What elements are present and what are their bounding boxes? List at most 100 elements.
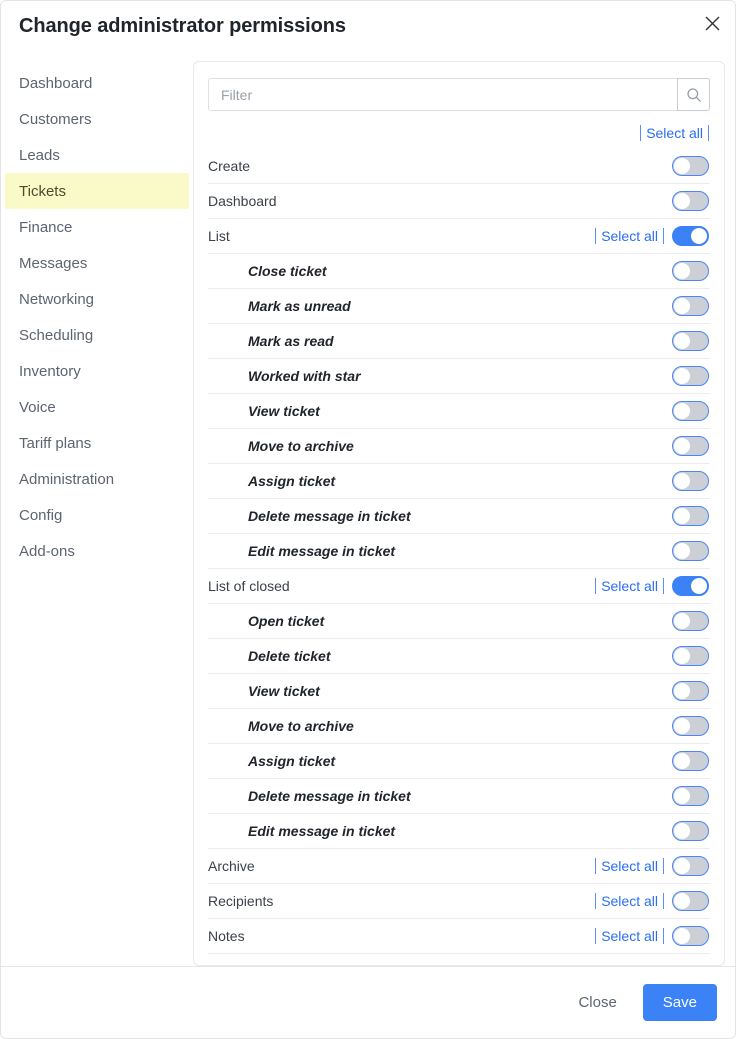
sidebar-item-label: Add-ons: [19, 542, 75, 560]
select-all-link[interactable]: Select all: [595, 928, 664, 944]
permission-toggle[interactable]: [672, 331, 709, 351]
permission-label: Worked with star: [248, 368, 361, 384]
sidebar-item-label: Networking: [19, 290, 95, 308]
toggle-knob: [674, 543, 690, 559]
permission-toggle[interactable]: [672, 191, 709, 211]
sidebar-item-label: Config: [19, 506, 63, 524]
toggle-knob: [674, 753, 690, 769]
sidebar-item-customers[interactable]: Customers: [5, 101, 189, 137]
permission-label: Assign ticket: [248, 473, 336, 489]
permission-label: View ticket: [248, 403, 320, 419]
sidebar-item-finance[interactable]: Finance: [5, 209, 189, 245]
sidebar-item-voice[interactable]: Voice: [5, 389, 189, 425]
permission-row: Delete message in ticket: [208, 779, 710, 814]
permission-toggle[interactable]: [672, 681, 709, 701]
permission-toggle[interactable]: [672, 226, 709, 246]
permission-toggle[interactable]: [672, 156, 709, 176]
dialog-header: Change administrator permissions: [1, 1, 735, 57]
sidebar-item-label: Tariff plans: [19, 434, 92, 452]
permission-toggle[interactable]: [672, 296, 709, 316]
sidebar-item-leads[interactable]: Leads: [5, 137, 189, 173]
sidebar-item-inventory[interactable]: Inventory: [5, 353, 189, 389]
permission-toggle[interactable]: [672, 786, 709, 806]
permission-toggle[interactable]: [672, 541, 709, 561]
permission-row: Mark as unread: [208, 289, 710, 324]
select-all-link[interactable]: Select all: [595, 858, 664, 874]
permission-controls: [672, 191, 709, 211]
permission-label: Notes: [208, 928, 245, 944]
toggle-knob: [674, 788, 690, 804]
select-all-link[interactable]: Select all: [595, 578, 664, 594]
cancel-button[interactable]: Close: [564, 985, 630, 1020]
permission-row: Notes Select all: [208, 919, 710, 954]
permission-toggle[interactable]: [672, 506, 709, 526]
permission-toggle[interactable]: [672, 471, 709, 491]
change-permissions-dialog: Change administrator permissions Dashboa…: [0, 0, 736, 1039]
permissions-panel: Select all Create Dashboard List Select all…: [193, 61, 725, 966]
filter-row: [208, 78, 710, 111]
sidebar-item-config[interactable]: Config: [5, 497, 189, 533]
toggle-knob: [674, 718, 690, 734]
dialog-title: Change administrator permissions: [19, 15, 346, 37]
permission-label: Mark as unread: [248, 298, 351, 314]
permission-row: Edit message in ticket: [208, 534, 710, 569]
permission-toggle[interactable]: [672, 891, 709, 911]
toggle-knob: [674, 893, 690, 909]
select-all-link[interactable]: Select all: [595, 893, 664, 909]
permission-row: Open ticket: [208, 604, 710, 639]
permission-row: Move to archive: [208, 709, 710, 744]
permission-toggle[interactable]: [672, 436, 709, 456]
permission-toggle[interactable]: [672, 856, 709, 876]
permission-row: Delete ticket: [208, 639, 710, 674]
toggle-knob: [691, 228, 707, 244]
sidebar-item-label: Dashboard: [19, 74, 93, 92]
permission-label: Delete message in ticket: [248, 508, 411, 524]
search-button[interactable]: [677, 78, 710, 111]
toggle-knob: [674, 928, 690, 944]
permission-row: Dashboard: [208, 184, 710, 219]
permission-row: Close ticket: [208, 254, 710, 289]
sidebar-item-dashboard[interactable]: Dashboard: [5, 65, 189, 101]
sidebar-item-messages[interactable]: Messages: [5, 245, 189, 281]
permission-toggle[interactable]: [672, 611, 709, 631]
permission-toggle[interactable]: [672, 366, 709, 386]
permission-controls: [672, 786, 709, 806]
sidebar-item-label: Tickets: [19, 182, 66, 200]
permission-label: Create: [208, 158, 251, 174]
permission-toggle[interactable]: [672, 821, 709, 841]
save-button[interactable]: Save: [642, 984, 717, 1021]
permission-label: Close ticket: [248, 263, 327, 279]
permission-label: List: [208, 228, 230, 244]
permission-toggle[interactable]: [672, 646, 709, 666]
permission-controls: [672, 366, 709, 386]
permission-controls: [672, 401, 709, 421]
sidebar-item-label: Customers: [19, 110, 92, 128]
search-input[interactable]: [208, 78, 677, 111]
permission-toggle[interactable]: [672, 926, 709, 946]
search-icon: [686, 87, 702, 103]
permission-label: Move to archive: [248, 718, 354, 734]
permission-controls: [672, 436, 709, 456]
permission-row: List of closed Select all: [208, 569, 710, 604]
sidebar-item-networking[interactable]: Networking: [5, 281, 189, 317]
permission-toggle[interactable]: [672, 751, 709, 771]
sidebar-item-administration[interactable]: Administration: [5, 461, 189, 497]
close-icon[interactable]: [697, 8, 727, 38]
permission-row: Recipients Select all: [208, 884, 710, 919]
sidebar-item-tickets[interactable]: Tickets: [5, 173, 189, 209]
dialog-footer: Close Save: [1, 966, 735, 1038]
permission-label: Edit message in ticket: [248, 543, 396, 559]
permission-toggle[interactable]: [672, 401, 709, 421]
permission-controls: [672, 156, 709, 176]
toggle-knob: [674, 333, 690, 349]
sidebar-item-label: Inventory: [19, 362, 81, 380]
sidebar-item-scheduling[interactable]: Scheduling: [5, 317, 189, 353]
sidebar-item-add-ons[interactable]: Add-ons: [5, 533, 189, 569]
permission-toggle[interactable]: [672, 716, 709, 736]
permission-label: Open ticket: [248, 613, 325, 629]
permission-toggle[interactable]: [672, 576, 709, 596]
select-all-link[interactable]: Select all: [595, 228, 664, 244]
permission-toggle[interactable]: [672, 261, 709, 281]
sidebar-item-tariff-plans[interactable]: Tariff plans: [5, 425, 189, 461]
select-all-link-global[interactable]: Select all: [640, 125, 709, 141]
